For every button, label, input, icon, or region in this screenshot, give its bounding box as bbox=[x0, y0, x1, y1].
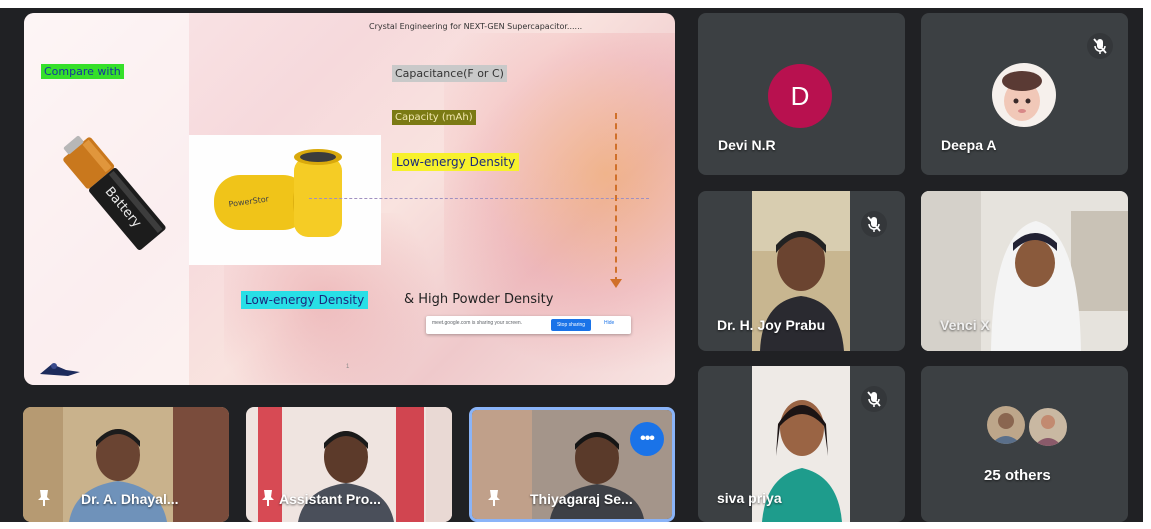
slide-logo-icon bbox=[40, 363, 80, 376]
others-tile[interactable]: 25 others bbox=[921, 366, 1128, 522]
participant-name: Assistant Pro... bbox=[279, 491, 381, 507]
participant-name: Dr. H. Joy Prabu bbox=[717, 317, 826, 333]
participant-tile[interactable]: Deepa A bbox=[921, 13, 1128, 175]
mic-off-icon bbox=[861, 386, 887, 412]
compare-label: Compare with bbox=[41, 64, 124, 79]
pin-icon[interactable] bbox=[36, 489, 52, 507]
meeting-stage: Crystal Engineering for NEXT-GEN Superca… bbox=[0, 0, 1151, 529]
screen-share-message: meet.google.com is sharing your screen. bbox=[432, 320, 523, 326]
avatar: D bbox=[768, 64, 832, 128]
down-arrow-head bbox=[610, 279, 622, 288]
pin-icon[interactable] bbox=[260, 489, 276, 507]
filmstrip-tile-active[interactable]: ••• Thiyagaraj Se... bbox=[469, 407, 675, 522]
low-energy-label-bottom: Low-energy Density bbox=[241, 291, 369, 309]
filmstrip-tile[interactable]: Assistant Pro... bbox=[246, 407, 452, 522]
participant-tile[interactable]: Venci X bbox=[921, 191, 1128, 351]
right-border bbox=[1143, 0, 1151, 529]
screen-share-banner: meet.google.com is sharing your screen. … bbox=[426, 316, 631, 334]
participant-name: Dr. A. Dhayal... bbox=[81, 491, 179, 507]
pin-icon[interactable] bbox=[486, 489, 502, 507]
bottom-border bbox=[0, 522, 1151, 529]
participant-tile[interactable]: D Devi N.R bbox=[698, 13, 905, 175]
page-indicator: 1 bbox=[346, 364, 350, 370]
hide-button[interactable]: Hide bbox=[604, 320, 614, 326]
participant-tile[interactable]: siva priya bbox=[698, 366, 905, 522]
more-options-icon[interactable]: ••• bbox=[630, 422, 664, 456]
slide-title: Crystal Engineering for NEXT-GEN Superca… bbox=[369, 22, 583, 31]
high-power-density-label: & High Powder Density bbox=[404, 292, 554, 307]
avatar bbox=[987, 406, 1025, 444]
participant-name: Thiyagaraj Se... bbox=[530, 491, 633, 507]
mic-off-icon bbox=[1087, 33, 1113, 59]
avatar-letter: D bbox=[768, 64, 832, 128]
presentation-tile[interactable]: Crystal Engineering for NEXT-GEN Superca… bbox=[24, 13, 675, 385]
participant-name: siva priya bbox=[717, 490, 782, 506]
top-border bbox=[0, 0, 1151, 8]
participant-name: Devi N.R bbox=[718, 137, 776, 153]
capacitance-label: Capacitance(F or C) bbox=[392, 65, 507, 82]
others-count: 25 others bbox=[984, 467, 1051, 484]
down-arrow bbox=[615, 113, 617, 283]
avatar bbox=[1027, 406, 1069, 448]
battery-image: Battery bbox=[63, 135, 166, 250]
stop-sharing-button[interactable]: Stop sharing bbox=[551, 319, 591, 331]
dashed-divider bbox=[309, 198, 649, 199]
capacity-label: Capacity (mAh) bbox=[392, 110, 476, 125]
participant-name: Deepa A bbox=[941, 137, 997, 153]
participant-tile[interactable]: Dr. H. Joy Prabu bbox=[698, 191, 905, 351]
low-energy-label-top: Low-energy Density bbox=[392, 153, 520, 171]
participant-name: Venci X bbox=[940, 317, 990, 333]
filmstrip-tile[interactable]: Dr. A. Dhayal... bbox=[23, 407, 229, 522]
mic-off-icon bbox=[861, 211, 887, 237]
avatar bbox=[992, 63, 1056, 127]
supercapacitor-photo: PowerStor bbox=[189, 135, 381, 265]
